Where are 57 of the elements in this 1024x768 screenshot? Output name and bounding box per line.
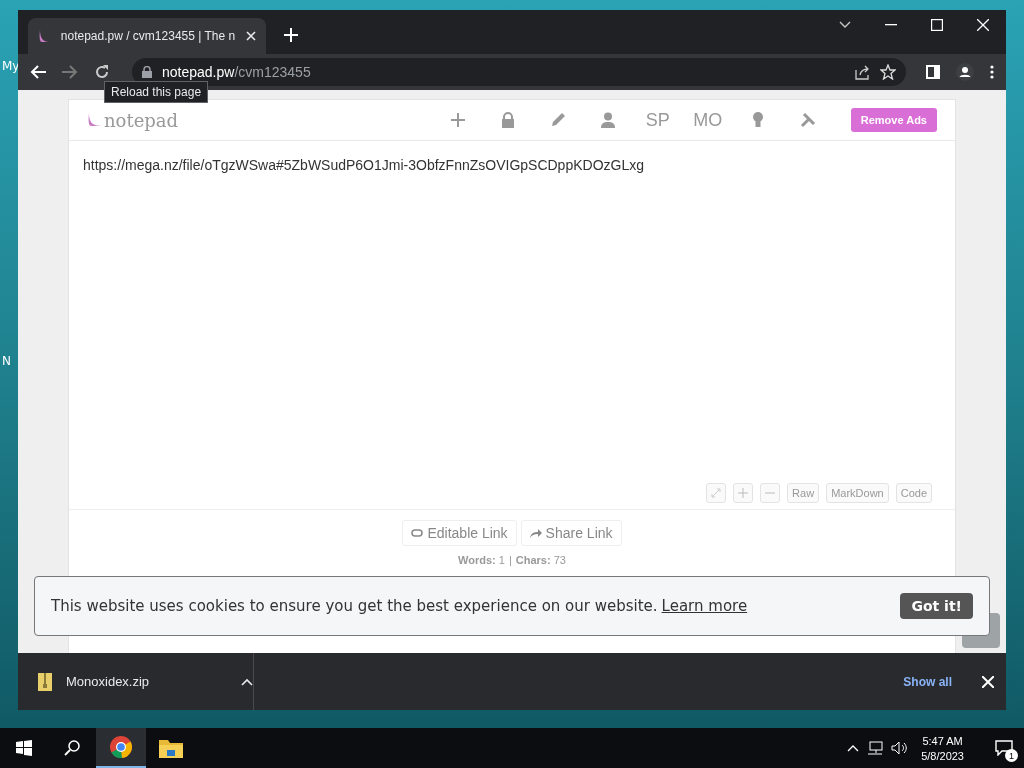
reload-icon [94,64,110,80]
chevron-down-icon [839,21,851,29]
maximize-icon [931,19,943,31]
tab-title: notepad.pw / cvm123455 | The n [59,29,237,43]
download-item[interactable]: Monoxidex.zip [38,653,254,710]
link-button[interactable]: Editable Link [402,520,517,546]
link-button[interactable]: Share Link [520,520,622,546]
got-it-button[interactable]: Got it! [900,593,973,619]
star-icon [880,64,896,80]
expand-icon [711,488,722,498]
show-all-button[interactable]: Show all [897,673,958,690]
taskbar-app[interactable] [96,728,146,768]
lock-icon [142,66,152,78]
zip-file-icon [38,672,52,691]
chevron-up-icon [241,677,253,686]
close-icon [977,19,989,31]
browser-tab[interactable]: notepad.pw / cvm123455 | The n [28,18,266,54]
address-bar[interactable]: notepad.pw/cvm123455 [132,58,906,86]
clock-date: 5/8/2023 [921,749,964,762]
share-arrow-icon [529,528,542,538]
lightbulb-icon [752,112,763,128]
clock-time: 5:47 AM [922,734,963,747]
word-count: Words: 1 [458,554,505,566]
char-count: Chars: 73 [515,554,566,566]
tools-icon [799,112,816,128]
plus-icon [449,112,466,128]
volume-icon [891,741,908,755]
close-icon [982,675,994,688]
logo-text: notepad [104,109,179,131]
side-panel-icon [926,65,940,79]
plus-icon [738,488,749,498]
chrome-icon [109,735,133,759]
chevron-up-icon [847,744,860,752]
plus-icon [284,28,298,42]
tooltip: Reload this page [104,81,209,103]
desktop-icon-label: My [2,59,20,73]
link-icon [411,529,424,537]
notification-button[interactable]: 1 [984,728,1024,768]
close-icon [246,31,256,41]
desktop-icon-label: N [2,354,11,368]
minimize-icon [885,24,897,26]
learn-more-link[interactable]: Learn more [661,597,748,615]
cookie-message: This website uses cookies to ensure you get the best experience on our website. Learn more [51,597,749,615]
search-icon [64,740,80,756]
url-text: notepad.pw/cvm123455 [162,64,312,80]
more-vertical-icon [990,65,994,79]
folder-icon [159,738,183,758]
network-icon [867,741,884,755]
separator-text: | [508,554,512,566]
share-icon [854,64,870,80]
lock-icon [500,112,515,128]
pencil-icon [549,112,566,128]
back-arrow-icon [30,65,46,79]
windows-icon [16,740,32,756]
user-icon [956,63,974,81]
forward-arrow-icon [62,65,78,79]
user-icon [600,112,615,128]
